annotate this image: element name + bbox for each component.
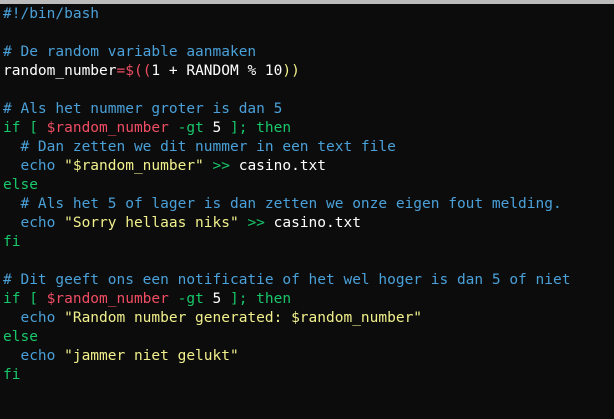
code-token-comment: #!/bin/bash	[3, 6, 100, 22]
code-line[interactable]: echo "jammer niet gelukt"	[3, 347, 614, 366]
code-token-num: 5	[212, 120, 222, 136]
code-line[interactable]: echo "Sorry hellaas niks" >> casino.txt	[3, 214, 614, 233]
code-line[interactable]	[3, 24, 614, 43]
code-line[interactable]: echo "Random number generated: $random_n…	[3, 309, 614, 328]
code-token-keyword: -gt	[168, 291, 213, 307]
code-token-str: "$random_number"	[64, 158, 204, 174]
code-line[interactable]: # Als het 5 of lager is dan zetten we on…	[3, 195, 614, 214]
code-token-str: "Random number generated: $random_number…	[64, 310, 423, 326]
editor-title-strip	[0, 0, 614, 4]
code-token-str: "Sorry hellaas niks"	[64, 215, 239, 231]
code-token-text: casino.txt	[238, 158, 327, 174]
code-token-comment: # Dit geeft ons een notificatie of het w…	[3, 272, 571, 288]
code-line[interactable]	[3, 252, 614, 271]
code-token-keyword: fi	[3, 234, 21, 250]
code-token-paren: ))	[282, 63, 300, 79]
code-line[interactable]: echo "$random_number" >> casino.txt	[3, 157, 614, 176]
code-token-comment: echo	[3, 158, 65, 174]
code-line[interactable]	[3, 81, 614, 100]
code-token-num: 5	[212, 291, 222, 307]
code-line[interactable]: if [ $random_number -gt 5 ]; then	[3, 290, 614, 309]
code-token-keyword: else	[3, 329, 38, 345]
code-token-keyword: fi	[3, 367, 21, 383]
code-line[interactable]: random_number=$((1 + RANDOM % 10))	[3, 62, 614, 81]
code-token-text: 1 + RANDOM % 10	[151, 63, 283, 79]
code-line[interactable]: if [ $random_number -gt 5 ]; then	[3, 119, 614, 138]
code-token-comment: # De random variable aanmaken	[3, 44, 257, 60]
code-token-comment: echo	[3, 310, 65, 326]
code-token-subst: =$((	[116, 63, 152, 79]
code-token-comment: # Dan zetten we dit nummer in een text f…	[3, 139, 396, 155]
code-line[interactable]: # Dan zetten we dit nummer in een text f…	[3, 138, 614, 157]
code-token-var: $random_number	[46, 120, 169, 136]
code-token-keyword: if [	[3, 291, 47, 307]
code-token-text: casino.txt	[273, 215, 361, 231]
code-line[interactable]: fi	[3, 366, 614, 385]
code-token-keyword: >>	[238, 215, 274, 231]
code-token-var: $random_number	[46, 291, 169, 307]
code-line[interactable]: # De random variable aanmaken	[3, 43, 614, 62]
code-token-keyword: -gt	[168, 120, 213, 136]
code-token-comment: echo	[3, 215, 65, 231]
code-line[interactable]: #!/bin/bash	[3, 5, 614, 24]
code-line[interactable]: else	[3, 176, 614, 195]
code-token-keyword: ]; then	[221, 120, 292, 136]
code-token-comment: # Als het nummer groter is dan 5	[3, 101, 283, 117]
code-line[interactable]: # Dit geeft ons een notificatie of het w…	[3, 271, 614, 290]
code-token-comment: echo	[3, 348, 65, 364]
code-token-keyword: else	[3, 177, 38, 193]
code-token-str: "jammer niet gelukt"	[64, 348, 239, 364]
code-editor[interactable]: #!/bin/bash # De random variable aanmaken…	[3, 5, 614, 385]
code-token-keyword: if [	[3, 120, 47, 136]
code-line[interactable]: fi	[3, 233, 614, 252]
code-line[interactable]: # Als het nummer groter is dan 5	[3, 100, 614, 119]
code-token-comment: # Als het 5 of lager is dan zetten we on…	[3, 196, 562, 212]
code-token-keyword: >>	[203, 158, 239, 174]
code-line[interactable]: else	[3, 328, 614, 347]
code-token-text: random_number	[3, 63, 117, 79]
code-token-keyword: ]; then	[221, 291, 292, 307]
